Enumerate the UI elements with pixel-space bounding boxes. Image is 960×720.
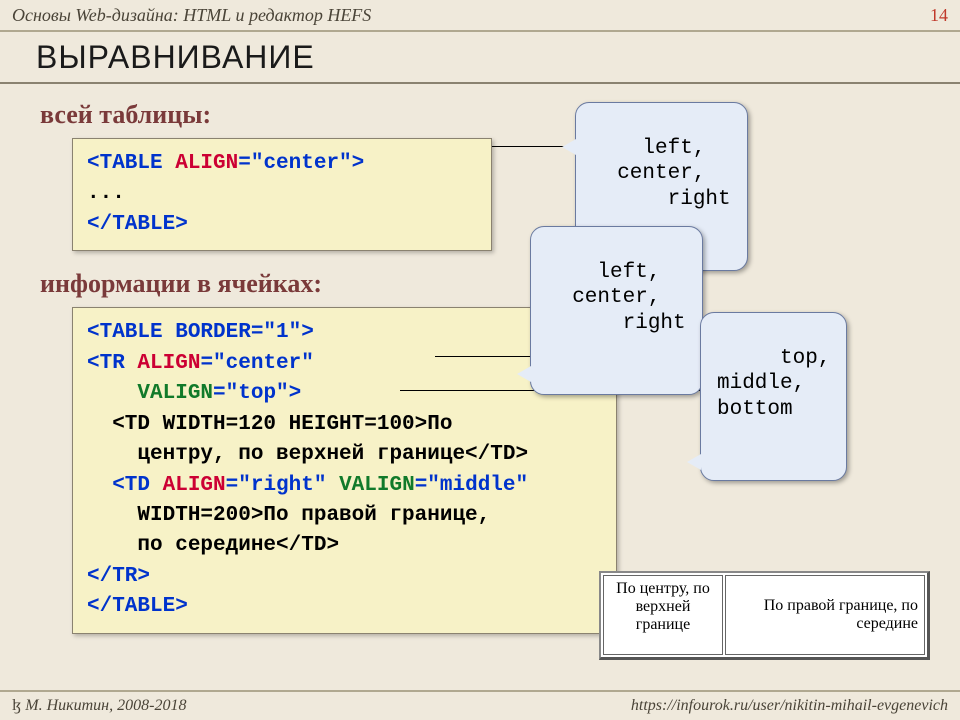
footer-author: ɮ М. Никитин, 2008-2018 <box>12 697 186 715</box>
example-table: По центру, по верхней границе По правой … <box>599 571 930 660</box>
code: <TD WIDTH=120 HEIGHT=100>По <box>87 413 452 436</box>
slide-title: ВЫРАВНИВАНИЕ <box>0 32 960 84</box>
code: ="middle" <box>415 474 528 497</box>
author-text: М. Никитин, 2008-2018 <box>25 697 186 714</box>
code: </TR> <box>87 565 150 588</box>
code: WIDTH=200>По правой границе, <box>87 504 490 527</box>
callout-tail-icon <box>517 366 531 382</box>
footer-url: https://infourok.ru/user/nikitin-mihail-… <box>631 697 948 715</box>
header-bar: Основы Web-дизайна: HTML и редактор HEFS… <box>0 0 960 32</box>
footer-bar: ɮ М. Никитин, 2008-2018 https://infourok… <box>0 690 960 720</box>
callout-text: left, center, right <box>592 137 731 210</box>
callout-text: left, center, right <box>547 261 686 334</box>
subhead-cell-align: информации в ячейках: <box>40 269 920 299</box>
code <box>87 382 137 405</box>
code: ="center"> <box>238 152 364 175</box>
code: </TABLE> <box>87 213 188 236</box>
subhead-table-align: всей таблицы: <box>40 100 920 130</box>
code: ALIGN <box>163 474 226 497</box>
code-block-1: <TABLE ALIGN="center"> ... </TABLE> <box>72 138 492 251</box>
callout-valign: top, middle, bottom <box>700 312 847 481</box>
callout-tail-icon <box>687 454 701 470</box>
code: <TABLE BORDER="1"> <box>87 321 314 344</box>
code: ALIGN <box>137 352 200 375</box>
code: VALIGN <box>339 474 415 497</box>
code: ="center" <box>200 352 313 375</box>
code: центру, по верхней границе</TD> <box>87 443 528 466</box>
example-cell-2: По правой границе, по середине <box>725 575 925 655</box>
callout-text: top, middle, bottom <box>717 347 830 420</box>
code: ="right" <box>226 474 339 497</box>
page-number: 14 <box>930 5 948 26</box>
code: ="top"> <box>213 382 301 405</box>
code: ... <box>87 182 125 205</box>
code: VALIGN <box>137 382 213 405</box>
code: по середине</TD> <box>87 534 339 557</box>
callout-tail-icon <box>562 139 576 155</box>
example-cell-1: По центру, по верхней границе <box>603 575 723 655</box>
code: </TABLE> <box>87 595 188 618</box>
code: <TD <box>87 474 163 497</box>
breadcrumb: Основы Web-дизайна: HTML и редактор HEFS <box>12 5 371 26</box>
code: <TR <box>87 352 137 375</box>
content-area: всей таблицы: <TABLE ALIGN="center"> ...… <box>0 84 960 634</box>
code: ALIGN <box>175 152 238 175</box>
code: <TABLE <box>87 152 175 175</box>
title-text: ВЫРАВНИВАНИЕ <box>36 39 315 76</box>
connector-line <box>435 356 535 357</box>
callout-align-2: left, center, right <box>530 226 703 395</box>
